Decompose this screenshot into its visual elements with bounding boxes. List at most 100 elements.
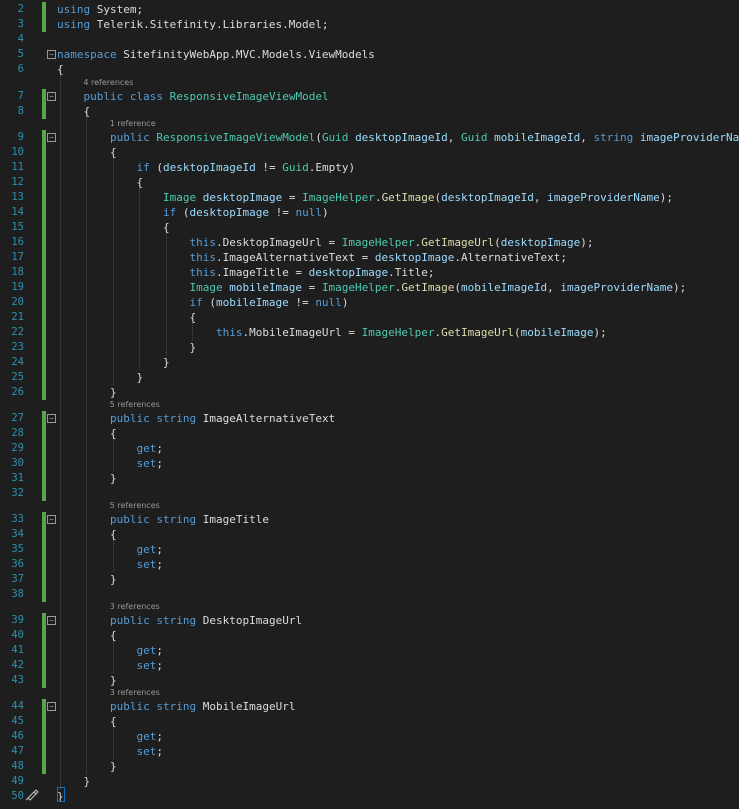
code-line[interactable]: 26 } [0,385,739,400]
codelens-references[interactable]: 1 reference [110,118,156,130]
code-line[interactable]: 37 } [0,572,739,587]
code-text[interactable]: get; [57,542,163,557]
code-line[interactable]: 23 } [0,340,739,355]
code-line[interactable]: 7 − public class ResponsiveImageViewModel [0,89,739,104]
code-line[interactable]: 3 using Telerik.Sitefinity.Libraries.Mode… [0,17,739,32]
code-line[interactable]: 15 { [0,220,739,235]
code-line[interactable]: 18 this.ImageTitle = desktopImage.Title; [0,265,739,280]
code-line[interactable]: 13 Image desktopImage = ImageHelper.GetI… [0,190,739,205]
code-line[interactable]: 36 set; [0,557,739,572]
code-text[interactable]: } [57,385,117,400]
code-line[interactable]: 22 this.MobileImageUrl = ImageHelper.Get… [0,325,739,340]
code-text[interactable]: set; [57,744,163,759]
code-line[interactable]: 29 get; [0,441,739,456]
code-line[interactable]: 41 get; [0,643,739,658]
code-line[interactable]: 27 − public string ImageAlternativeText [0,411,739,426]
code-line[interactable]: 35 get; [0,542,739,557]
code-line[interactable]: 25 } [0,370,739,385]
codelens-references[interactable]: 4 references [83,77,133,89]
minus-box-icon[interactable]: − [47,616,56,625]
code-text[interactable]: set; [57,557,163,572]
code-line[interactable]: 48 } [0,759,739,774]
code-line[interactable]: 47 set; [0,744,739,759]
code-line[interactable]: 31 } [0,471,739,486]
codelens-references[interactable]: 5 references [110,500,160,512]
code-line[interactable]: 5 − namespace SitefinityWebApp.MVC.Models.… [0,47,739,62]
code-text[interactable]: this.ImageAlternativeText = desktopImage… [57,250,567,265]
code-text[interactable]: { [57,426,117,441]
code-text[interactable]: public string ImageTitle [57,512,269,527]
code-text[interactable]: { [57,145,117,160]
code-text[interactable]: public string MobileImageUrl [57,699,295,714]
code-line[interactable]: 2 using System; [0,2,739,17]
code-line[interactable]: 50} [0,789,739,804]
code-line[interactable]: 32 [0,486,739,501]
code-text[interactable]: } [57,471,117,486]
code-line[interactable]: 6{ [0,62,739,77]
code-text[interactable]: } [57,340,196,355]
code-line[interactable]: 9 − public ResponsiveImageViewModel(Guid … [0,130,739,145]
code-editor[interactable]: 2 using System; 3 using Telerik.Sitefinity.… [0,0,739,809]
code-text[interactable]: } [57,572,117,587]
minus-box-icon[interactable]: − [47,92,56,101]
code-text[interactable]: public string ImageAlternativeText [57,411,335,426]
code-text[interactable]: Image desktopImage = ImageHelper.GetImag… [57,190,673,205]
code-line[interactable]: 40 { [0,628,739,643]
code-text[interactable]: { [57,714,117,729]
code-text[interactable]: namespace SitefinityWebApp.MVC.Models.Vi… [57,47,375,62]
code-line[interactable]: 10 { [0,145,739,160]
code-text[interactable]: { [57,310,196,325]
code-text[interactable]: { [57,220,170,235]
minus-box-icon[interactable]: − [47,133,56,142]
paint-brush-icon[interactable] [25,787,39,801]
code-text[interactable]: this.ImageTitle = desktopImage.Title; [57,265,434,280]
code-line[interactable]: 34 { [0,527,739,542]
code-line[interactable]: 30 set; [0,456,739,471]
code-line[interactable]: 38 [0,587,739,602]
code-text[interactable]: } [57,370,143,385]
code-text[interactable]: public string DesktopImageUrl [57,613,302,628]
code-text[interactable]: this.DesktopImageUrl = ImageHelper.GetIm… [57,235,593,250]
code-line[interactable]: 12 { [0,175,739,190]
code-text[interactable]: set; [57,658,163,673]
code-text[interactable]: using System; [57,2,143,17]
code-line[interactable]: 20 if (mobileImage != null) [0,295,739,310]
code-text[interactable]: { [57,527,117,542]
code-line[interactable]: 42 set; [0,658,739,673]
code-line[interactable]: 33 − public string ImageTitle [0,512,739,527]
code-line[interactable]: 49 } [0,774,739,789]
code-text[interactable]: public class ResponsiveImageViewModel [57,89,329,104]
codelens-references[interactable]: 5 references [110,399,160,411]
code-text[interactable]: set; [57,456,163,471]
code-text[interactable]: if (desktopImage != null) [57,205,329,220]
code-text[interactable]: get; [57,441,163,456]
code-line[interactable]: 11 if (desktopImageId != Guid.Empty) [0,160,739,175]
code-line[interactable]: 44 − public string MobileImageUrl [0,699,739,714]
code-text[interactable]: get; [57,729,163,744]
code-line[interactable]: 14 if (desktopImage != null) [0,205,739,220]
code-text[interactable]: { [57,175,143,190]
code-line[interactable]: 28 { [0,426,739,441]
code-line[interactable]: 19 Image mobileImage = ImageHelper.GetIm… [0,280,739,295]
codelens-references[interactable]: 3 references [110,687,160,699]
code-line[interactable]: 46 get; [0,729,739,744]
code-line[interactable]: 17 this.ImageAlternativeText = desktopIm… [0,250,739,265]
code-line[interactable]: 43 } [0,673,739,688]
code-text[interactable]: if (desktopImageId != Guid.Empty) [57,160,355,175]
code-text[interactable]: if (mobileImage != null) [57,295,348,310]
code-line[interactable]: 39 − public string DesktopImageUrl [0,613,739,628]
code-text[interactable]: using Telerik.Sitefinity.Libraries.Model… [57,17,329,32]
code-text[interactable]: get; [57,643,163,658]
code-text[interactable]: } [57,355,170,370]
code-text[interactable]: public ResponsiveImageViewModel(Guid des… [57,130,739,145]
code-line[interactable]: 16 this.DesktopImageUrl = ImageHelper.Ge… [0,235,739,250]
code-line[interactable]: 24 } [0,355,739,370]
codelens-references[interactable]: 3 references [110,601,160,613]
code-line[interactable]: 45 { [0,714,739,729]
minus-box-icon[interactable]: − [47,515,56,524]
code-text[interactable]: { [57,62,64,77]
code-text[interactable]: this.MobileImageUrl = ImageHelper.GetIma… [57,325,607,340]
code-line[interactable]: 4 [0,32,739,47]
minus-box-icon[interactable]: − [47,414,56,423]
code-text[interactable]: { [57,628,117,643]
